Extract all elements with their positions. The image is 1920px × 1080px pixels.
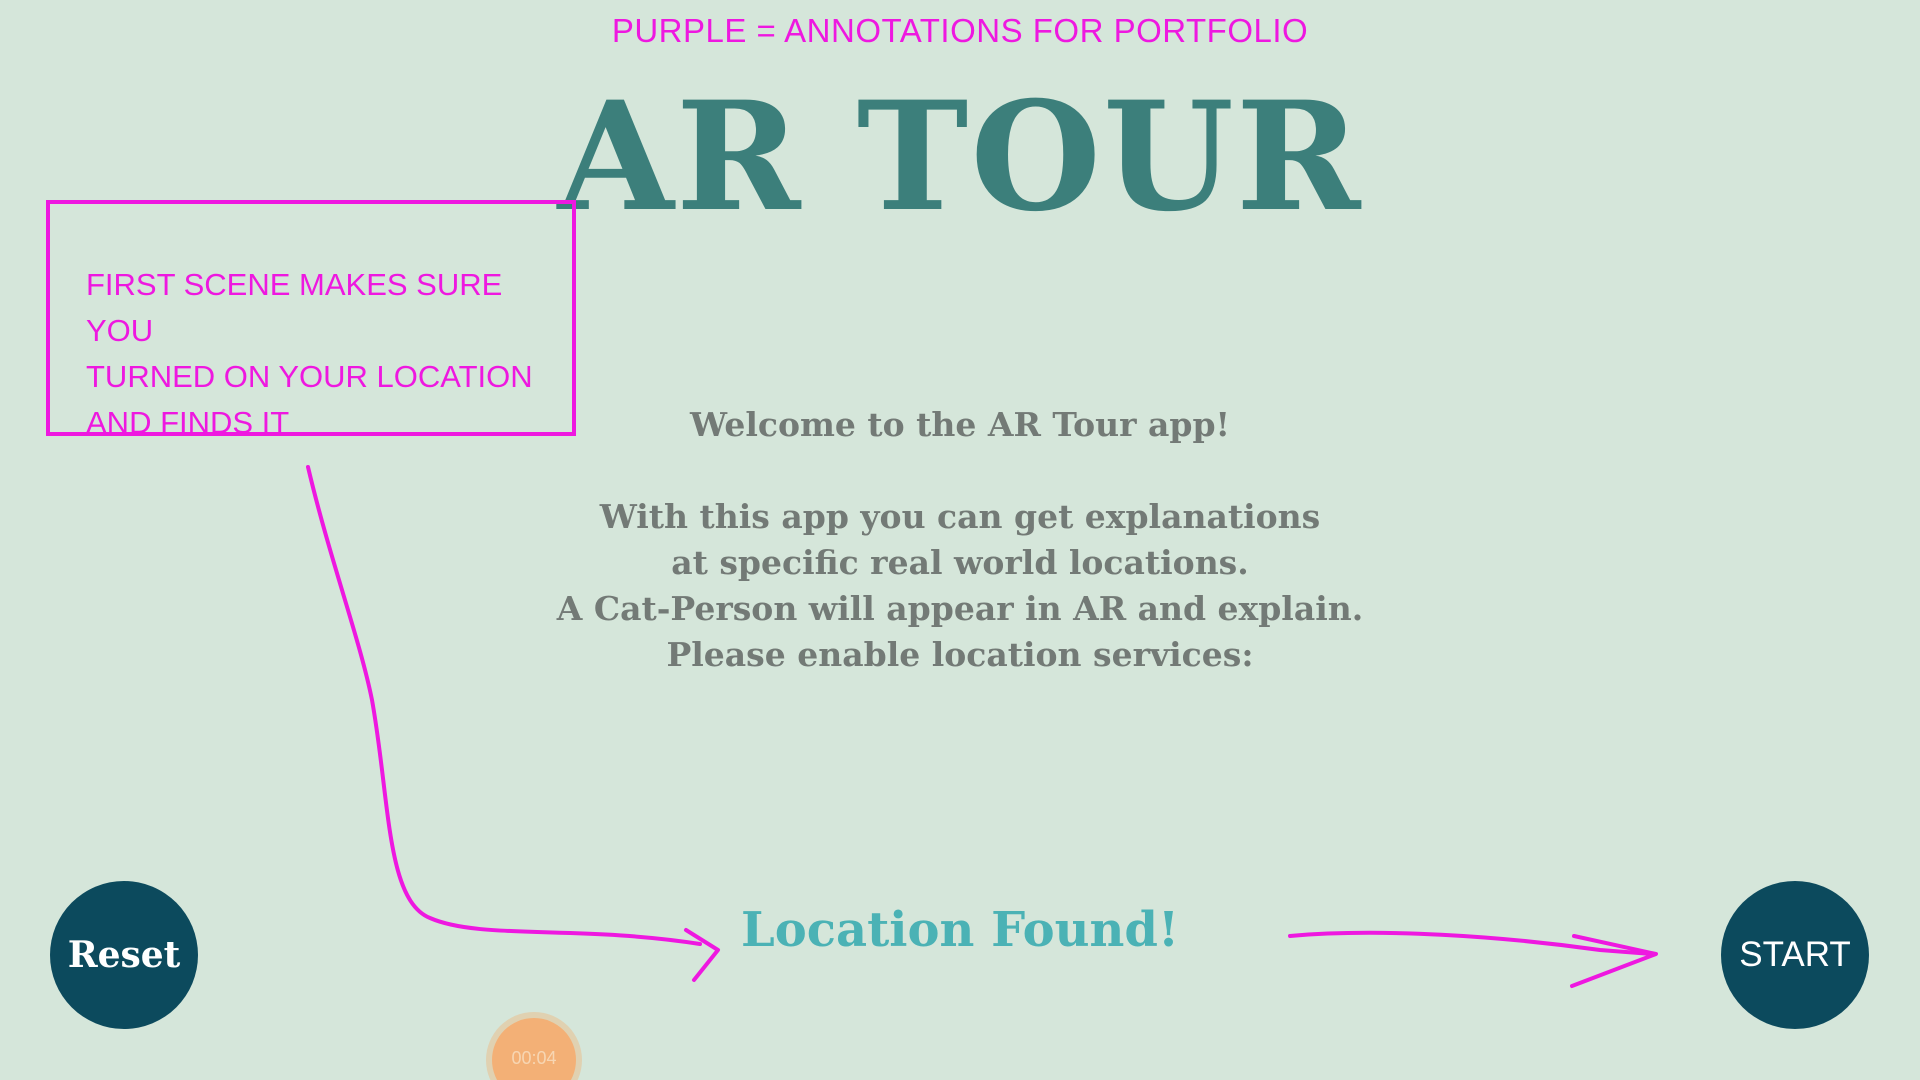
annotation-line: FIRST SCENE MAKES SURE YOU xyxy=(86,267,503,348)
annotation-header: PURPLE = ANNOTATIONS FOR PORTFOLIO xyxy=(611,12,1309,49)
welcome-message: Welcome to the AR Tour app! With this ap… xyxy=(0,402,1920,678)
body-line: Please enable location services: xyxy=(666,635,1254,674)
start-button[interactable]: START xyxy=(1721,881,1869,1029)
location-status: Location Found! xyxy=(740,902,1180,958)
reset-button[interactable]: Reset xyxy=(50,881,198,1029)
body-line: A Cat-Person will appear in AR and expla… xyxy=(556,589,1364,628)
annotation-line: TURNED ON YOUR LOCATION xyxy=(86,359,533,394)
annotation-box: FIRST SCENE MAKES SURE YOU TURNED ON YOU… xyxy=(46,200,576,440)
body-line: With this app you can get explanations xyxy=(599,497,1321,536)
welcome-heading: Welcome to the AR Tour app! xyxy=(689,405,1231,444)
body-line: at specific real world locations. xyxy=(671,543,1249,582)
